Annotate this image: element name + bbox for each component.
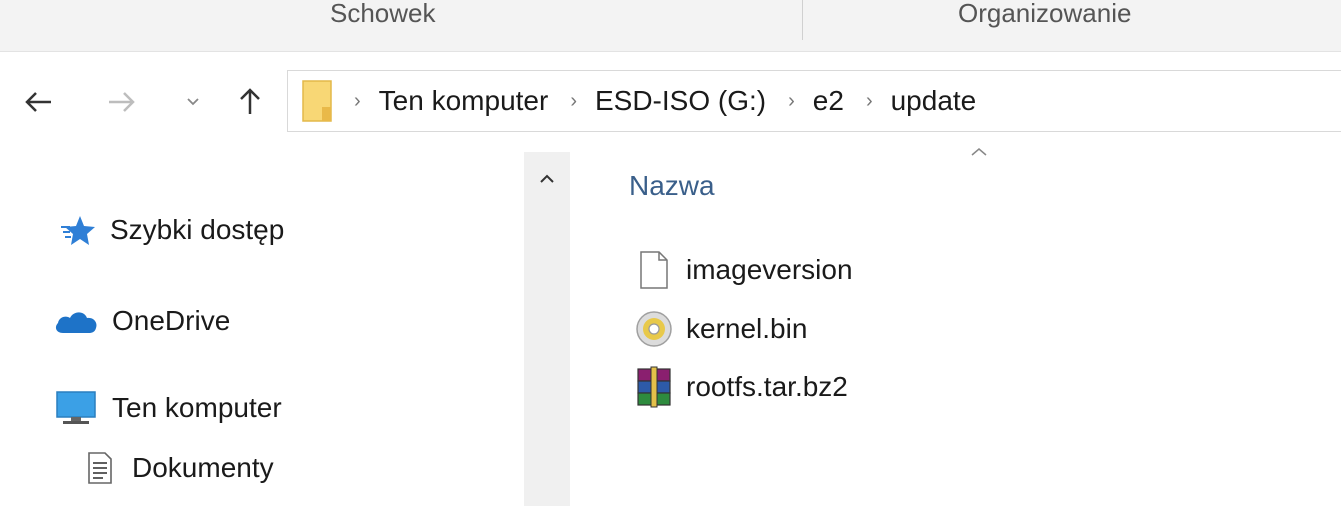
sidebar-item-label: Dokumenty	[132, 452, 274, 483]
disc-image-icon	[630, 306, 678, 352]
up-button[interactable]	[230, 80, 270, 122]
breadcrumb-drive[interactable]: ESD-ISO (G:)	[595, 85, 766, 117]
sidebar-item-label: OneDrive	[112, 305, 231, 336]
column-header-name[interactable]: Nazwa	[629, 170, 715, 202]
documents-icon	[80, 448, 120, 488]
arrow-left-icon	[25, 92, 51, 112]
arrow-right-icon	[109, 92, 135, 112]
breadcrumb-chevron[interactable]: ›	[788, 90, 795, 113]
quick-access-star-icon	[58, 210, 98, 250]
breadcrumb-chevron[interactable]: ›	[354, 90, 361, 113]
file-row-kernel-bin[interactable]: kernel.bin	[630, 306, 807, 352]
scroll-up-button[interactable]	[524, 164, 570, 194]
sidebar-scrollbar[interactable]	[524, 152, 570, 506]
breadcrumb-e2[interactable]: e2	[813, 85, 844, 117]
breadcrumb-this-pc[interactable]: Ten komputer	[379, 85, 549, 117]
breadcrumb-chevron[interactable]: ›	[570, 90, 577, 113]
arrow-up-icon	[240, 88, 260, 114]
back-button[interactable]	[18, 82, 58, 122]
sidebar-item-onedrive[interactable]: OneDrive	[52, 301, 230, 341]
recent-locations-button[interactable]	[180, 88, 206, 116]
address-bar[interactable]: › Ten komputer › ESD-ISO (G:) › e2 › upd…	[287, 70, 1341, 132]
file-name: kernel.bin	[686, 313, 808, 344]
winrar-archive-icon	[630, 364, 678, 410]
ribbon-separator	[802, 0, 803, 40]
chevron-up-icon	[540, 174, 554, 183]
ribbon-group-organize: Organizowanie	[958, 0, 1132, 28]
onedrive-cloud-icon	[52, 301, 100, 341]
file-row-imageversion[interactable]: imageversion	[630, 247, 853, 293]
sidebar-item-label: Ten komputer	[112, 392, 282, 423]
file-row-rootfs-tar-bz2[interactable]: rootfs.tar.bz2	[630, 364, 848, 410]
breadcrumb-update[interactable]: update	[891, 85, 977, 117]
folder-icon	[302, 77, 332, 125]
sidebar-item-this-pc[interactable]: Ten komputer	[52, 388, 282, 428]
breadcrumb-chevron[interactable]: ›	[866, 90, 873, 113]
blank-file-icon	[630, 247, 678, 293]
ribbon-group-clipboard: Schowek	[330, 0, 436, 28]
ribbon-group-labels: Schowek Organizowanie	[0, 0, 1341, 52]
chevron-down-icon	[187, 98, 199, 106]
file-name: rootfs.tar.bz2	[686, 371, 848, 402]
sort-ascending-icon	[970, 144, 988, 162]
sidebar-item-quick-access[interactable]: Szybki dostęp	[58, 210, 284, 250]
computer-monitor-icon	[52, 388, 100, 428]
file-name: imageversion	[686, 254, 853, 285]
sidebar-item-documents[interactable]: Dokumenty	[80, 448, 274, 488]
forward-button[interactable]	[102, 82, 142, 122]
sidebar-item-label: Szybki dostęp	[110, 214, 285, 245]
